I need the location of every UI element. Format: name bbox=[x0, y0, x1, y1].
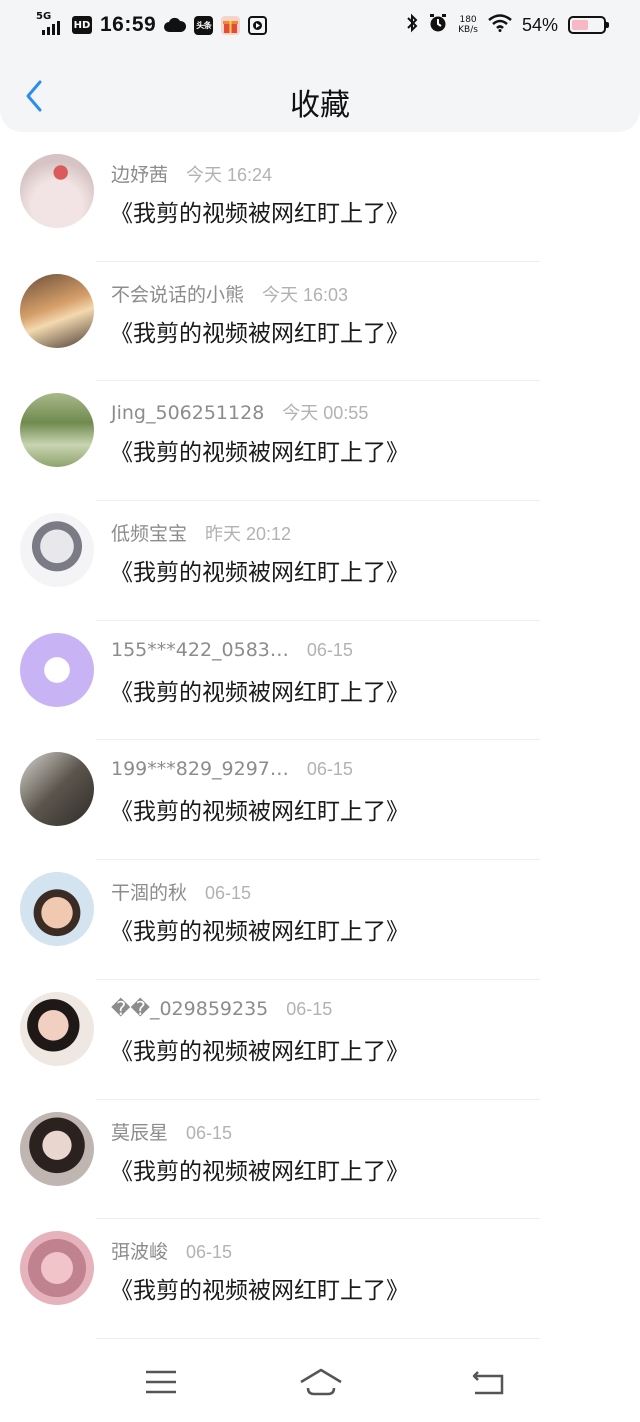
favorite-item[interactable]: 155***422_0583… 06-15 《我剪的视频被网红盯上了》 bbox=[0, 621, 640, 741]
user-name[interactable]: 边妤茜 bbox=[111, 160, 168, 187]
status-time: 16:59 bbox=[100, 13, 157, 36]
item-meta: 不会说话的小熊 今天 16:03 bbox=[111, 280, 348, 307]
user-name[interactable]: 不会说话的小熊 bbox=[111, 280, 244, 307]
item-meta: ��_029859235 06-15 bbox=[111, 998, 332, 1020]
cloud-icon bbox=[164, 16, 187, 35]
avatar[interactable] bbox=[20, 1111, 94, 1186]
user-name[interactable]: ��_029859235 bbox=[111, 998, 268, 1020]
timestamp: 06-15 bbox=[286, 998, 333, 1019]
favorite-item[interactable]: 不会说话的小熊 今天 16:03 《我剪的视频被网红盯上了》 bbox=[0, 262, 640, 382]
timestamp: 今天 16:24 bbox=[186, 165, 273, 185]
avatar[interactable] bbox=[20, 393, 94, 468]
alarm-icon bbox=[428, 13, 448, 37]
video-title[interactable]: 《我剪的视频被网红盯上了》 bbox=[110, 792, 409, 826]
status-bar-left: 5G HD 16:59 头条 bbox=[36, 11, 268, 38]
page-header: 收藏 bbox=[0, 52, 640, 132]
video-title[interactable]: 《我剪的视频被网红盯上了》 bbox=[110, 194, 409, 228]
favorite-item[interactable]: 低频宝宝 昨天 20:12 《我剪的视频被网红盯上了》 bbox=[0, 501, 640, 621]
hd-badge: HD bbox=[72, 16, 92, 34]
network-speed: 180 KB/s bbox=[458, 15, 478, 35]
favorite-item[interactable]: 莫辰星 06-15 《我剪的视频被网红盯上了》 bbox=[0, 1100, 640, 1220]
video-title[interactable]: 《我剪的视频被网红盯上了》 bbox=[110, 433, 409, 467]
item-meta: 155***422_0583… 06-15 bbox=[111, 639, 353, 661]
favorite-item[interactable]: 199***829_9297… 06-15 《我剪的视频被网红盯上了》 bbox=[0, 740, 640, 861]
signal-icon: 5G bbox=[36, 11, 64, 37]
favorite-item[interactable]: Jing_506251128 今天 00:55 《我剪的视频被网红盯上了》 bbox=[0, 381, 640, 502]
avatar[interactable] bbox=[20, 1231, 94, 1306]
video-title[interactable]: 《我剪的视频被网红盯上了》 bbox=[110, 314, 409, 348]
system-nav-bar bbox=[0, 1342, 640, 1422]
timestamp: 今天 00:55 bbox=[282, 403, 369, 424]
page-title: 收藏 bbox=[290, 88, 350, 123]
user-name[interactable]: 干涸的秋 bbox=[111, 878, 187, 905]
avatar[interactable] bbox=[20, 872, 94, 947]
avatar[interactable] bbox=[20, 991, 94, 1066]
user-name[interactable]: 弭波峻 bbox=[111, 1237, 168, 1264]
toutiao-icon: 头条 bbox=[194, 15, 214, 35]
video-title[interactable]: 《我剪的视频被网红盯上了》 bbox=[110, 1032, 409, 1066]
favorite-item[interactable]: 干涸的秋 06-15 《我剪的视频被网红盯上了》 bbox=[0, 860, 640, 980]
avatar[interactable] bbox=[20, 632, 94, 707]
avatar[interactable] bbox=[20, 752, 94, 827]
timestamp: 06-15 bbox=[306, 759, 353, 780]
menu-button[interactable] bbox=[136, 1362, 186, 1402]
item-meta: 低频宝宝 昨天 20:12 bbox=[111, 519, 291, 546]
favorites-screen: 5G HD 16:59 头条 180 KB/s 54% 收藏 边妤茜 今天 16… bbox=[0, 0, 640, 1422]
user-name[interactable]: 低频宝宝 bbox=[111, 519, 187, 546]
favorite-item[interactable]: ��_029859235 06-15 《我剪的视频被网红盯上了》 bbox=[0, 980, 640, 1100]
video-title[interactable]: 《我剪的视频被网红盯上了》 bbox=[110, 912, 409, 946]
speed-value: 180 bbox=[459, 15, 477, 25]
item-meta: 弭波峻 06-15 bbox=[111, 1237, 232, 1264]
avatar[interactable] bbox=[20, 513, 94, 588]
status-bar-right: 180 KB/s 54% bbox=[406, 12, 609, 38]
video-title[interactable]: 《我剪的视频被网红盯上了》 bbox=[110, 673, 409, 707]
timestamp: 今天 16:03 bbox=[262, 284, 349, 305]
avatar[interactable] bbox=[20, 273, 94, 348]
video-title[interactable]: 《我剪的视频被网红盯上了》 bbox=[110, 1271, 409, 1305]
video-title[interactable]: 《我剪的视频被网红盯上了》 bbox=[110, 1152, 409, 1186]
divider bbox=[96, 1337, 540, 1339]
user-name[interactable]: 莫辰星 bbox=[111, 1118, 168, 1145]
back-icon bbox=[472, 1371, 504, 1395]
favorite-item[interactable]: 弭波峻 06-15 《我剪的视频被网红盯上了》 bbox=[0, 1219, 640, 1339]
item-meta: 干涸的秋 06-15 bbox=[111, 878, 251, 905]
item-meta: 199***829_9297… 06-15 bbox=[111, 758, 353, 780]
favorite-item[interactable]: 边妤茜 今天 16:24 《我剪的视频被网红盯上了》 bbox=[0, 142, 640, 262]
timestamp: 06-15 bbox=[186, 1242, 233, 1263]
timestamp: 06-15 bbox=[306, 639, 353, 660]
favorites-list: 边妤茜 今天 16:24 《我剪的视频被网红盯上了》 不会说话的小熊 今天 16… bbox=[0, 142, 640, 1339]
video-title[interactable]: 《我剪的视频被网红盯上了》 bbox=[110, 553, 409, 587]
timestamp: 昨天 20:12 bbox=[205, 524, 292, 545]
item-meta: 边妤茜 今天 16:24 bbox=[111, 160, 272, 187]
wifi-icon bbox=[488, 14, 512, 36]
back-nav-button[interactable] bbox=[462, 1362, 512, 1402]
user-name[interactable]: 199***829_9297… bbox=[111, 758, 289, 780]
bluetooth-icon bbox=[406, 13, 418, 37]
timestamp: 06-15 bbox=[205, 883, 252, 904]
speed-unit: KB/s bbox=[458, 25, 478, 35]
play-icon bbox=[248, 15, 268, 35]
home-button[interactable] bbox=[296, 1362, 346, 1402]
user-name[interactable]: 155***422_0583… bbox=[111, 639, 289, 661]
battery-icon bbox=[568, 16, 609, 34]
item-meta: Jing_506251128 今天 00:55 bbox=[111, 399, 368, 425]
gift-icon bbox=[221, 15, 241, 35]
item-meta: 莫辰星 06-15 bbox=[111, 1118, 232, 1145]
home-icon bbox=[300, 1368, 342, 1396]
avatar[interactable] bbox=[20, 154, 94, 228]
status-bar: 5G HD 16:59 头条 180 KB/s 54% bbox=[0, 0, 640, 52]
timestamp: 06-15 bbox=[186, 1122, 233, 1143]
battery-percent: 54% bbox=[521, 14, 558, 35]
menu-icon bbox=[146, 1370, 176, 1394]
user-name[interactable]: Jing_506251128 bbox=[111, 402, 264, 424]
